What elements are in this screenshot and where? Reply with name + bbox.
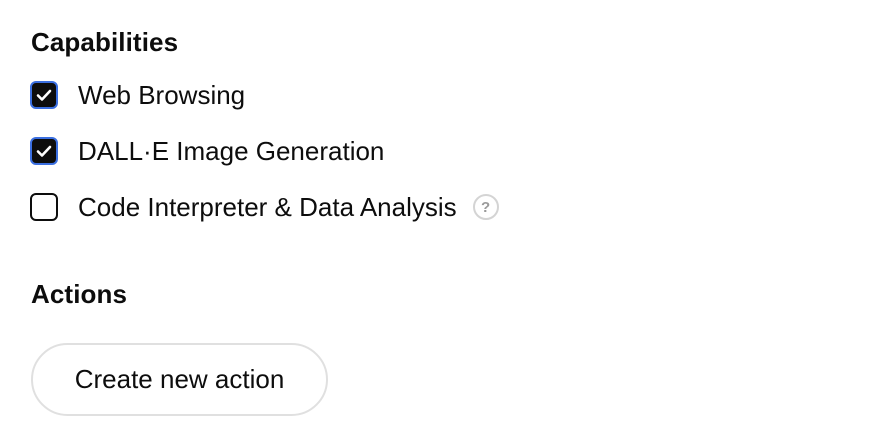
capability-web-browsing[interactable]: Web Browsing <box>30 78 245 112</box>
image-generation-checkbox[interactable] <box>30 137 58 165</box>
checkmark-icon <box>36 145 52 157</box>
code-interpreter-checkbox[interactable] <box>30 193 58 221</box>
capabilities-heading: Capabilities <box>31 27 179 57</box>
capability-image-generation[interactable]: DALL·E Image Generation <box>30 134 384 168</box>
web-browsing-label: Web Browsing <box>78 80 246 110</box>
image-generation-label: DALL·E Image Generation <box>78 136 385 166</box>
actions-heading: Actions <box>31 279 128 309</box>
create-new-action-button[interactable]: Create new action <box>31 343 328 416</box>
checkmark-icon <box>36 89 52 101</box>
question-mark-icon[interactable]: ? <box>472 194 499 220</box>
web-browsing-checkbox[interactable] <box>30 81 58 109</box>
capability-code-interpreter[interactable]: Code Interpreter & Data Analysis ? <box>30 190 499 224</box>
code-interpreter-label: Code Interpreter & Data Analysis <box>78 192 457 222</box>
